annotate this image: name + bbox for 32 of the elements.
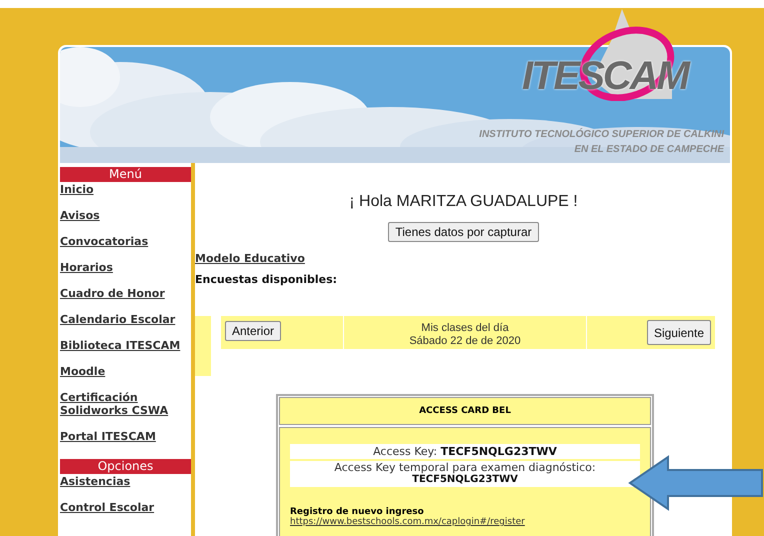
greeting: ¡ Hola MARITZA GUADALUPE ! [348, 193, 579, 211]
surveys-label: Encuestas disponibles: [195, 273, 338, 286]
pending-data-button[interactable]: Tienes datos por capturar [388, 222, 539, 242]
menu-link[interactable]: Control Escolar [60, 501, 191, 514]
side-strip [195, 316, 211, 376]
temp-key: TECF5NQLG23TWV [412, 474, 518, 486]
menu-link[interactable]: Calendario Escolar [60, 313, 191, 326]
menu-link[interactable]: Biblioteca ITESCAM [60, 339, 191, 352]
model-link[interactable]: Modelo Educativo [195, 252, 732, 265]
menu-link[interactable]: Asistencias [60, 475, 191, 488]
menu-link[interactable]: Avisos [60, 209, 191, 222]
menu-link[interactable]: Certificación Solidworks CSWA [60, 391, 191, 417]
menu-link[interactable]: Horarios [60, 261, 191, 274]
classes-title: Mis clases del día [421, 322, 509, 335]
menu-link[interactable]: Convocatorias [60, 235, 191, 248]
menu-link[interactable]: Inicio [60, 183, 191, 196]
previous-button[interactable]: Anterior [225, 321, 282, 341]
menu-link[interactable]: Moodle [60, 365, 191, 378]
register-title: Registro de nuevo ingreso [290, 507, 425, 517]
temp-key-label: Access Key temporal para examen diagnóstico: [334, 462, 596, 474]
classes-date: Sábado 22 de de 2020 [409, 335, 521, 348]
next-button[interactable]: Siguiente [646, 320, 711, 345]
card-title: ACCESS CARD BEL [279, 397, 651, 425]
access-key: Access Key: TECF5NQLG23TWV [290, 444, 640, 459]
logo-text: ITESCAM [522, 55, 688, 97]
institute-name: EN EL ESTADO DE CAMPECHE [574, 143, 724, 157]
menu-link[interactable]: Cuadro de Honor [60, 287, 191, 300]
menu-heading: Opciones [60, 459, 191, 474]
menu-link[interactable]: Portal ITESCAM [60, 430, 191, 443]
menu-heading: Menú [60, 167, 191, 182]
register-link[interactable]: https://www.bestschools.com.mx/caplogin#/register [290, 517, 640, 527]
institute-name: INSTITUTO TECNOLÓGICO SUPERIOR DE CALKINI [479, 127, 724, 142]
